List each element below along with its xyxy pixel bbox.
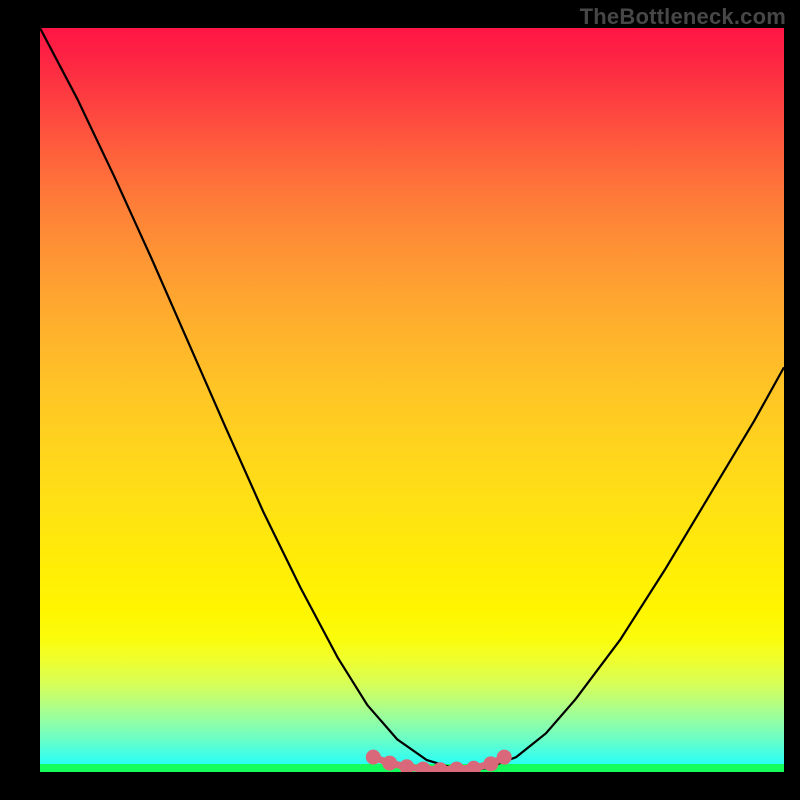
marker-dot-group bbox=[366, 750, 512, 772]
watermark-text: TheBottleneck.com bbox=[580, 4, 786, 30]
chart-frame: TheBottleneck.com bbox=[0, 0, 800, 800]
marker-dot bbox=[366, 750, 381, 765]
marker-dot bbox=[399, 759, 414, 772]
marker-dot bbox=[449, 762, 464, 772]
marker-dot bbox=[382, 756, 397, 771]
marker-dot bbox=[497, 750, 512, 765]
marker-layer bbox=[40, 28, 784, 772]
marker-dot bbox=[433, 762, 448, 772]
marker-dot bbox=[483, 756, 498, 771]
plot-area bbox=[40, 28, 784, 772]
marker-dot bbox=[466, 761, 481, 772]
marker-dot bbox=[416, 762, 431, 772]
